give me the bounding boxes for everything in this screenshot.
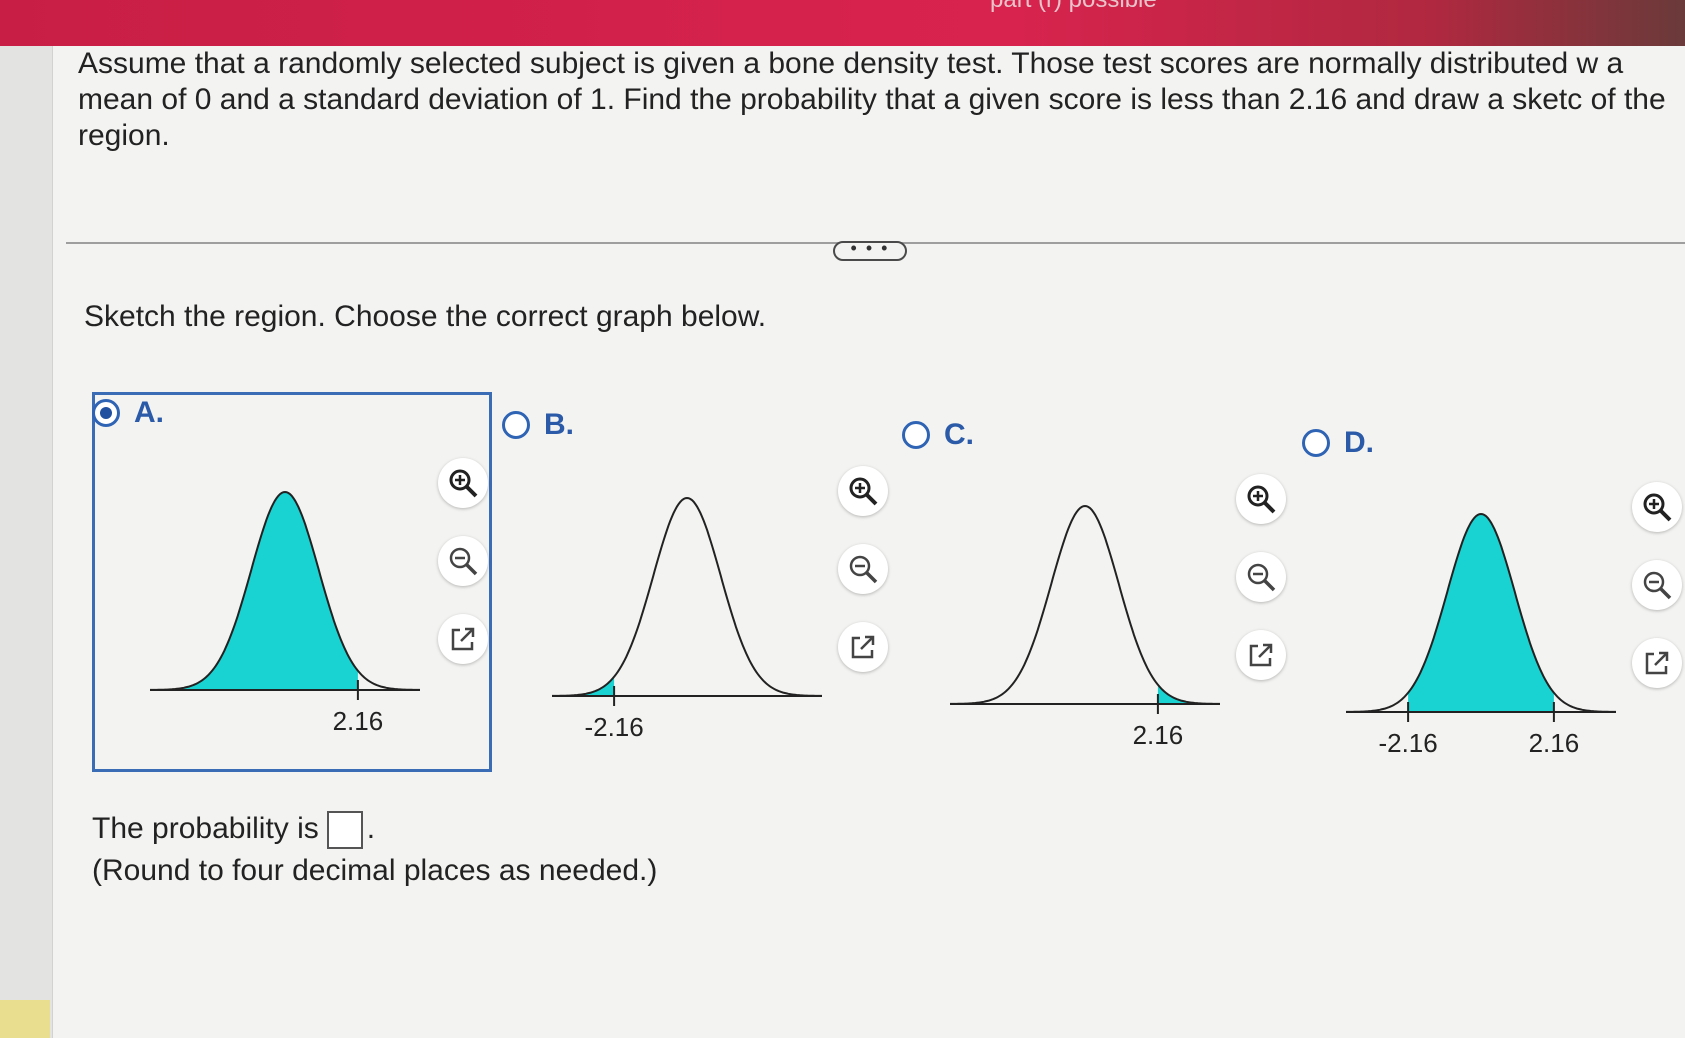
zoom-in-button-d[interactable]: [1632, 482, 1682, 532]
more-button[interactable]: • • •: [833, 239, 907, 261]
option-d-radio[interactable]: [1302, 429, 1330, 457]
graph-d-svg: -2.16 2.16: [1346, 512, 1616, 758]
zoom-in-button-c[interactable]: [1236, 474, 1286, 524]
browser-header-bar: part (r) possible: [0, 0, 1685, 46]
graph-d-tools: [1632, 482, 1685, 716]
probability-input[interactable]: [326, 811, 363, 850]
popout-icon: [451, 627, 475, 651]
graph-c-svg: 2.16: [950, 504, 1220, 750]
graph-b-svg: -2.16: [552, 496, 822, 742]
left-sidebar-strip: [0, 46, 53, 1038]
zoom-out-icon: [449, 547, 478, 576]
answer-section: The probability is. (Round to four decim…: [92, 808, 657, 892]
zoom-in-button-a[interactable]: [438, 458, 488, 508]
option-a[interactable]: A.: [92, 396, 164, 430]
popout-button-d[interactable]: [1632, 638, 1682, 688]
normal-curve: [950, 504, 1220, 705]
graph-c-tools: [1236, 474, 1290, 708]
tick-label: -2.16: [1378, 728, 1437, 758]
popout-button-c[interactable]: [1236, 630, 1286, 680]
zoom-out-button-c[interactable]: [1236, 552, 1286, 602]
option-c[interactable]: C.: [902, 418, 974, 452]
normal-curve: [552, 496, 822, 697]
question-text: Assume that a randomly selected subject …: [78, 47, 1666, 152]
option-a-label: A.: [134, 396, 164, 429]
zoom-out-icon: [1247, 563, 1276, 592]
option-b-label: B.: [544, 408, 574, 441]
option-b-radio[interactable]: [502, 411, 530, 439]
tick-label: 2.16: [1529, 728, 1580, 758]
tick-label: 2.16: [1133, 720, 1184, 750]
option-d-label: D.: [1344, 426, 1374, 459]
answer-prefix: The probability is: [92, 812, 319, 845]
zoom-in-icon: [1643, 493, 1672, 522]
popout-button-a[interactable]: [438, 614, 488, 664]
zoom-in-icon: [1247, 485, 1276, 514]
graph-a: 2.16: [150, 480, 440, 780]
graph-d: -2.16 2.16: [1346, 502, 1636, 802]
option-d[interactable]: D.: [1302, 426, 1374, 460]
popout-button-b[interactable]: [838, 622, 888, 672]
option-c-label: C.: [944, 418, 974, 451]
zoom-out-icon: [1643, 571, 1672, 600]
zoom-out-button-b[interactable]: [838, 544, 888, 594]
option-a-radio[interactable]: [92, 399, 120, 427]
answer-suffix: .: [366, 812, 376, 845]
option-c-radio[interactable]: [902, 421, 930, 449]
zoom-in-button-b[interactable]: [838, 466, 888, 516]
sketch-prompt: Sketch the region. Choose the correct gr…: [84, 300, 767, 333]
graph-b-tools: [838, 466, 892, 700]
zoom-in-icon: [849, 477, 878, 506]
answer-line: The probability is.: [92, 808, 657, 850]
tick-label: 2.16: [333, 706, 384, 736]
rounding-note: (Round to four decimal places as needed.…: [92, 854, 658, 887]
zoom-out-button-a[interactable]: [438, 536, 488, 586]
graph-c: 2.16: [950, 494, 1240, 794]
tick-label: -2.16: [584, 712, 643, 742]
popout-icon: [1645, 651, 1669, 675]
zoom-in-icon: [449, 469, 478, 498]
shaded-region: [1408, 514, 1554, 712]
graph-a-tools: [438, 458, 492, 692]
graph-a-svg: 2.16: [150, 490, 420, 736]
option-b[interactable]: B.: [502, 408, 574, 442]
popout-icon: [1249, 643, 1273, 667]
popout-icon: [851, 635, 875, 659]
sidebar-highlight: [0, 1000, 50, 1038]
header-partial-text: part (r) possible: [990, 0, 1157, 14]
shaded-region: [150, 492, 358, 690]
graph-b: -2.16: [552, 486, 842, 786]
zoom-out-button-d[interactable]: [1632, 560, 1682, 610]
zoom-out-icon: [849, 555, 878, 584]
